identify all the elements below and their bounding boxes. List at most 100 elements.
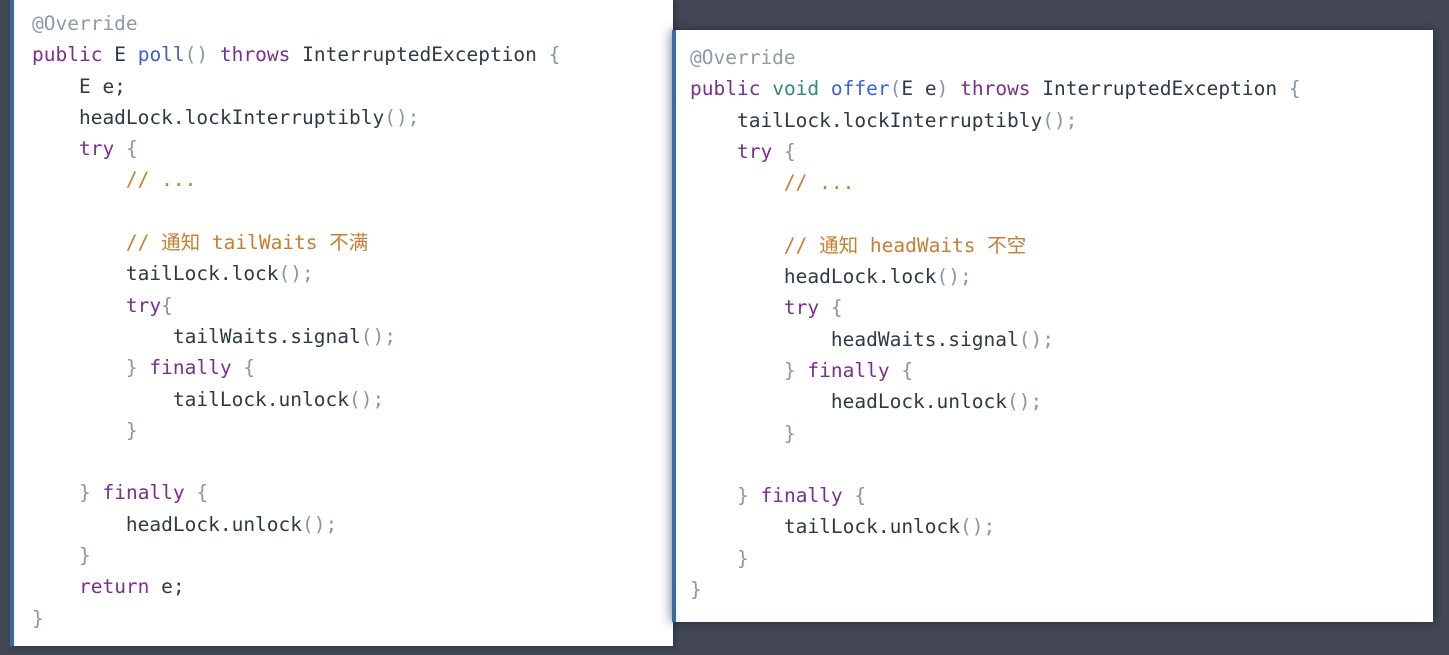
code-line: // 通知 headWaits 不空: [690, 234, 1026, 257]
code-token-cmt: // ...: [783, 171, 855, 195]
code-token-plain: tailWaits.signal: [32, 324, 361, 348]
code-line: @Override: [690, 46, 796, 69]
code-token-punct: ();: [1006, 390, 1043, 414]
code-token-punct: ();: [278, 262, 314, 286]
code-token-punct: ();: [348, 387, 385, 411]
code-token-plain: tailLock.lock: [32, 262, 279, 286]
code-line: }: [690, 547, 749, 570]
code-token-kw: try: [736, 139, 773, 163]
code-line: }: [32, 419, 138, 442]
code-token-punct: {: [125, 137, 138, 161]
code-token-kw: return: [78, 575, 150, 599]
code-line: tailLock.lockInterruptibly();: [690, 109, 1077, 132]
code-line: }: [690, 422, 796, 445]
code-token-punct: }: [783, 358, 796, 382]
code-token-punct: }: [690, 578, 702, 602]
code-token-punct: }: [125, 356, 138, 380]
code-token-punct: {: [548, 43, 561, 67]
code-token-punct: }: [78, 544, 91, 568]
code-line: }: [690, 578, 702, 601]
code-token-plain: E e: [901, 77, 937, 101]
code-token-plain: e;: [149, 575, 185, 599]
code-token-type: void: [772, 77, 820, 101]
code-token-punct: ();: [1042, 108, 1078, 132]
code-token-kw: public: [690, 77, 761, 101]
code-token-kw: finally: [760, 484, 843, 508]
code-line: headLock.lockInterruptibly();: [32, 106, 419, 129]
code-line: tailLock.unlock();: [32, 388, 384, 411]
code-token-plain: tailLock.unlock: [690, 515, 961, 539]
code-token-punct: ();: [960, 515, 996, 539]
code-line: } finally {: [690, 484, 866, 507]
code-token-kw: try: [783, 296, 820, 320]
code-token-punct: {: [854, 484, 867, 508]
code-line: try {: [690, 296, 843, 319]
code-line: }: [32, 544, 91, 567]
code-token-kw: try: [78, 137, 115, 161]
code-token-cmt: // 通知 headWaits 不空: [783, 233, 1027, 257]
code-line: public void offer(E e) throws Interrupte…: [690, 77, 1301, 100]
code-token-punct: ();: [360, 324, 396, 348]
code-token-punct: {: [783, 139, 796, 163]
code-token-fn: poll: [137, 43, 185, 67]
code-line: } finally {: [690, 359, 913, 382]
code-line: headLock.lock();: [690, 265, 972, 288]
code-line: headLock.unlock();: [690, 390, 1042, 413]
code-token-plain: InterruptedException: [1030, 77, 1289, 101]
code-panel-poll: @Override public E poll() throws Interru…: [10, 0, 673, 646]
code-token-punct: }: [736, 484, 749, 508]
code-token-punct: {: [161, 293, 173, 317]
code-token-punct: (: [889, 77, 902, 101]
code-token-kw: finally: [149, 356, 232, 380]
code-line: try {: [690, 140, 796, 163]
code-token-plain: E: [114, 43, 126, 67]
code-token-plain: headLock.lock: [690, 265, 937, 289]
code-token-punct: (): [184, 43, 209, 67]
code-token-punct: }: [783, 421, 796, 445]
code-line: public E poll() throws InterruptedExcept…: [32, 43, 560, 66]
code-token-kw: try: [125, 293, 162, 317]
code-line: try{: [32, 294, 173, 317]
code-token-punct: {: [901, 358, 914, 382]
code-line: // 通知 tailWaits 不满: [32, 231, 368, 254]
code-block-offer: @Override public void offer(E e) throws …: [676, 30, 1433, 605]
code-token-plain: headLock.lockInterruptibly: [32, 105, 385, 129]
code-line: } finally {: [32, 356, 255, 379]
code-line: tailLock.unlock();: [690, 515, 995, 538]
code-token-punct: }: [78, 481, 91, 505]
code-token-plain: headLock.unlock: [32, 512, 303, 536]
code-line: // ...: [690, 171, 854, 194]
code-token-punct: ();: [1018, 327, 1054, 351]
code-token-plain: tailLock.unlock: [32, 387, 349, 411]
code-token-punct: }: [32, 606, 44, 630]
code-token-fn: offer: [830, 77, 890, 101]
code-panel-offer: @Override public void offer(E e) throws …: [672, 30, 1433, 622]
code-block-poll: @Override public E poll() throws Interru…: [14, 0, 673, 634]
code-token-punct: ): [936, 77, 949, 101]
code-token-punct: {: [830, 296, 843, 320]
code-line: tailWaits.signal();: [32, 325, 396, 348]
code-token-cmt: // ...: [125, 168, 197, 192]
code-token-kw: finally: [807, 358, 890, 382]
